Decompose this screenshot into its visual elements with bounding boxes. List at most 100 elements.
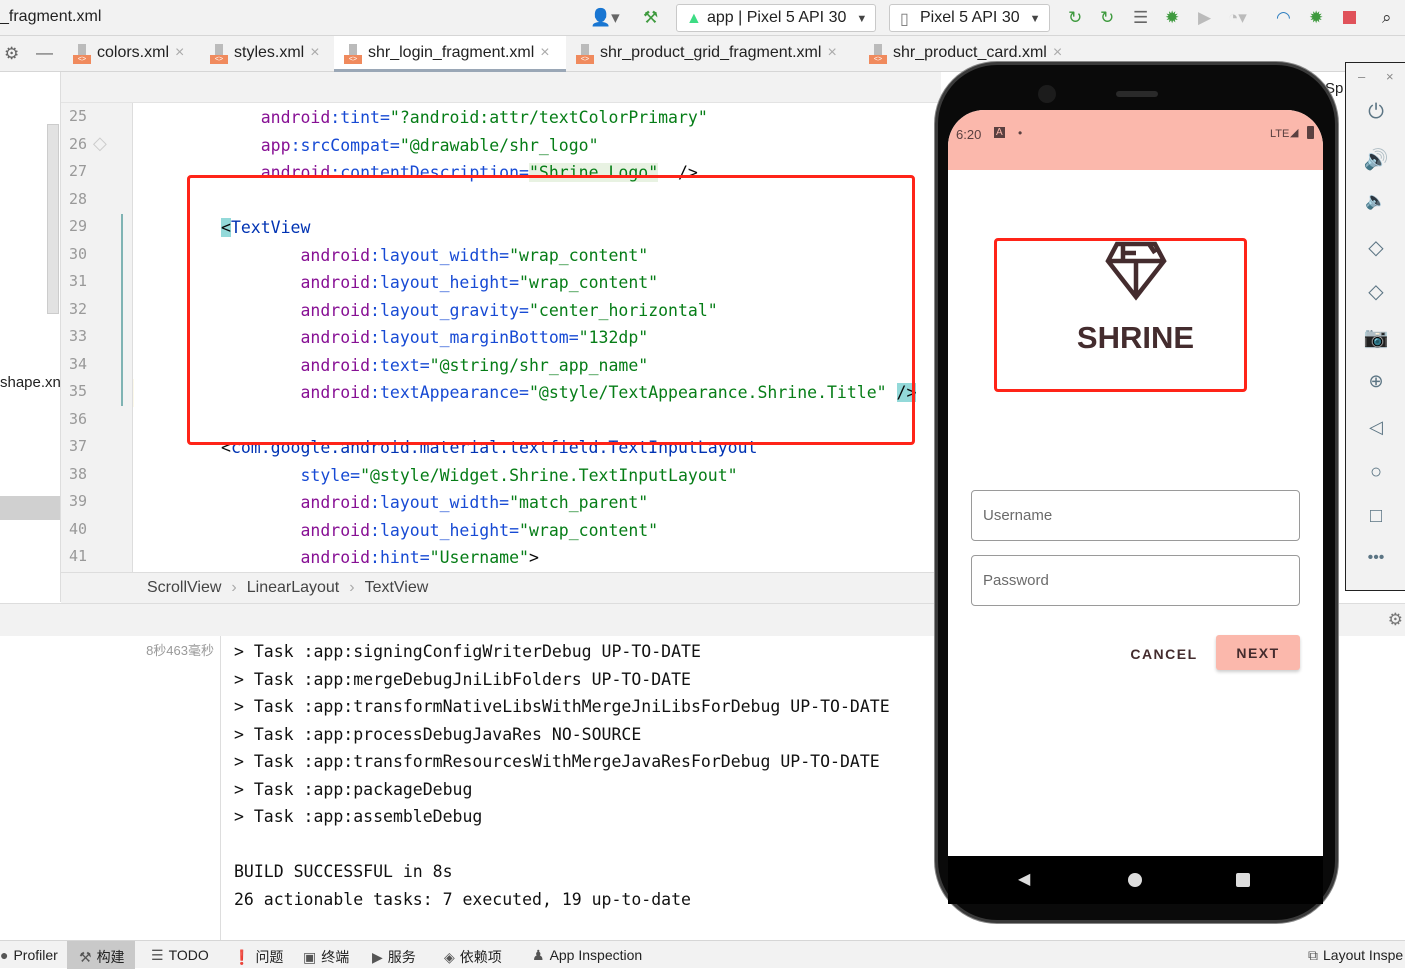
code-token: "match_parent": [509, 493, 649, 512]
user-icon[interactable]: 👤▾: [590, 9, 620, 27]
gear-icon[interactable]: ⚙: [4, 44, 19, 64]
hammer-icon[interactable]: ⚒: [643, 9, 658, 27]
close-icon[interactable]: ×: [1386, 69, 1394, 84]
next-button[interactable]: NEXT: [1216, 635, 1300, 670]
back-icon[interactable]: ◁: [1346, 417, 1405, 438]
tool-layout-inspector[interactable]: ⧉ Layout Inspe: [1300, 941, 1405, 969]
run-config-select[interactable]: ▲ app | Pixel 5 API 30 ▼: [676, 4, 877, 32]
cancel-button[interactable]: CANCEL: [1124, 636, 1204, 672]
line-number: 35: [69, 382, 88, 400]
xml-file-icon: <>: [869, 44, 887, 64]
build-time: 8秒463毫秒: [146, 643, 214, 658]
sync-icon[interactable]: ☰: [1133, 9, 1148, 27]
zoom-icon[interactable]: ⊕: [1346, 371, 1405, 392]
tool-todo[interactable]: ☰ TODO: [143, 941, 217, 969]
build-log-line: > Task :app:processDebugJavaRes NO-SOURC…: [234, 724, 642, 744]
minimize-icon[interactable]: –: [1358, 69, 1365, 84]
tab-shr-login-fragment-xml[interactable]: <> shr_login_fragment.xml ×: [334, 36, 566, 72]
tool-services[interactable]: ▶ 服务: [364, 941, 424, 969]
code-token: app: [260, 135, 291, 155]
line-number: 37: [69, 437, 88, 455]
line-number: 29: [69, 217, 88, 235]
minimize-icon[interactable]: —: [36, 43, 53, 63]
code-line: android:layout_width="match_parent": [221, 489, 648, 517]
profile-icon[interactable]: ◔▾: [1228, 9, 1247, 27]
home-icon[interactable]: ○: [1346, 461, 1405, 484]
more-icon[interactable]: •••: [1346, 549, 1405, 567]
tool-app-inspection[interactable]: ♟ App Inspection: [524, 941, 650, 969]
tab-shr-product-grid-fragment-xml[interactable]: <> shr_product_grid_fragment.xml ×: [566, 36, 845, 72]
volume-up-icon[interactable]: 🔊: [1346, 147, 1405, 172]
selected-project-row[interactable]: [0, 496, 60, 520]
debug-icon[interactable]: ✹: [1165, 9, 1179, 27]
dot-icon: •: [1018, 126, 1023, 140]
speaker-grille: [1116, 91, 1158, 97]
attach-icon[interactable]: ▶: [1198, 9, 1211, 27]
password-input[interactable]: Password: [971, 555, 1300, 606]
breadcrumb-textview[interactable]: TextView: [365, 579, 429, 596]
volume-down-icon[interactable]: 🔈: [1346, 191, 1405, 211]
scrollbar[interactable]: [47, 124, 59, 314]
camera-icon[interactable]: 📷: [1346, 325, 1405, 350]
xml-file-icon: <>: [73, 44, 91, 64]
close-icon[interactable]: ×: [310, 44, 319, 61]
tool-label: 终端: [321, 949, 350, 965]
attach-debugger-icon[interactable]: ✹: [1309, 9, 1323, 27]
tool-label: App Inspection: [549, 947, 643, 963]
line-number: 39: [69, 492, 88, 510]
line-number: 41: [69, 547, 88, 565]
profiler-icon: ●: [0, 947, 9, 963]
tool-label: Layout Inspe: [1323, 947, 1404, 963]
project-file-item[interactable]: shape.xn: [0, 374, 61, 391]
username-input[interactable]: Username: [971, 490, 1300, 541]
tool-dependencies[interactable]: ◈ 依赖项: [436, 941, 510, 969]
tool-label: 依赖项: [459, 949, 502, 965]
tab-colors-xml[interactable]: <> colors.xml ×: [63, 36, 192, 72]
profiler-gauge-icon[interactable]: ◠: [1276, 9, 1291, 27]
device-label: Pixel 5 API 30: [920, 9, 1020, 26]
tool-label: Profiler: [13, 947, 58, 963]
tab-styles-xml[interactable]: <> styles.xml ×: [200, 36, 328, 72]
xml-file-icon: <>: [344, 44, 362, 64]
overview-icon[interactable]: □: [1346, 505, 1405, 528]
breadcrumb: ScrollView › LinearLayout › TextView: [61, 572, 941, 603]
back-icon[interactable]: ◀: [1018, 869, 1030, 889]
power-icon[interactable]: ⏻: [1346, 101, 1405, 124]
close-icon[interactable]: ×: [175, 44, 184, 61]
tool-problems[interactable]: ❗ 问题: [225, 941, 291, 969]
apply-code-changes-icon[interactable]: ↻: [1100, 9, 1114, 27]
tab-label: shr_product_card.xml: [893, 44, 1047, 61]
apply-changes-icon[interactable]: ↻: [1068, 9, 1082, 27]
breadcrumb-scrollview[interactable]: ScrollView: [147, 579, 221, 596]
code-token: android: [260, 108, 331, 127]
device-select[interactable]: ▯ Pixel 5 API 30 ▼: [889, 4, 1050, 32]
tab-label: shr_login_fragment.xml: [368, 44, 535, 61]
problems-icon: ❗: [233, 949, 251, 965]
close-icon[interactable]: ×: [540, 44, 549, 61]
title-bar: _fragment.xml 👤▾ ⚒ ▲ app | Pixel 5 API 30…: [0, 0, 1405, 36]
breadcrumb-linearlayout[interactable]: LinearLayout: [247, 579, 340, 596]
tool-terminal[interactable]: ▣ 终端: [295, 941, 357, 969]
chevron-down-icon: ▼: [1029, 13, 1041, 25]
device-screen[interactable]: 6:20 A • LTE ◢ SHRINE Username Password …: [948, 110, 1323, 904]
gear-icon[interactable]: ⚙: [1388, 610, 1403, 630]
xml-file-icon: <>: [576, 44, 594, 64]
code-line: android:layout_height="wrap_content": [221, 517, 658, 545]
code-token: android: [300, 493, 371, 512]
stop-icon[interactable]: [1343, 11, 1356, 24]
rotate-right-icon[interactable]: ◇: [1346, 279, 1405, 304]
notification-icon: A: [994, 127, 1005, 138]
search-icon[interactable]: ⌕: [1382, 9, 1392, 27]
close-icon[interactable]: ×: [1053, 44, 1062, 61]
tool-build[interactable]: ⚒ 构建: [67, 941, 135, 969]
run-config-label: app | Pixel 5 API 30: [707, 9, 847, 26]
home-icon[interactable]: [1128, 873, 1142, 887]
overview-icon[interactable]: [1236, 873, 1250, 887]
close-icon[interactable]: ×: [827, 44, 836, 61]
rotate-left-icon[interactable]: ◇: [1346, 235, 1405, 260]
tool-profiler[interactable]: ● Profiler: [0, 941, 66, 969]
android-icon: ▲: [686, 10, 702, 27]
